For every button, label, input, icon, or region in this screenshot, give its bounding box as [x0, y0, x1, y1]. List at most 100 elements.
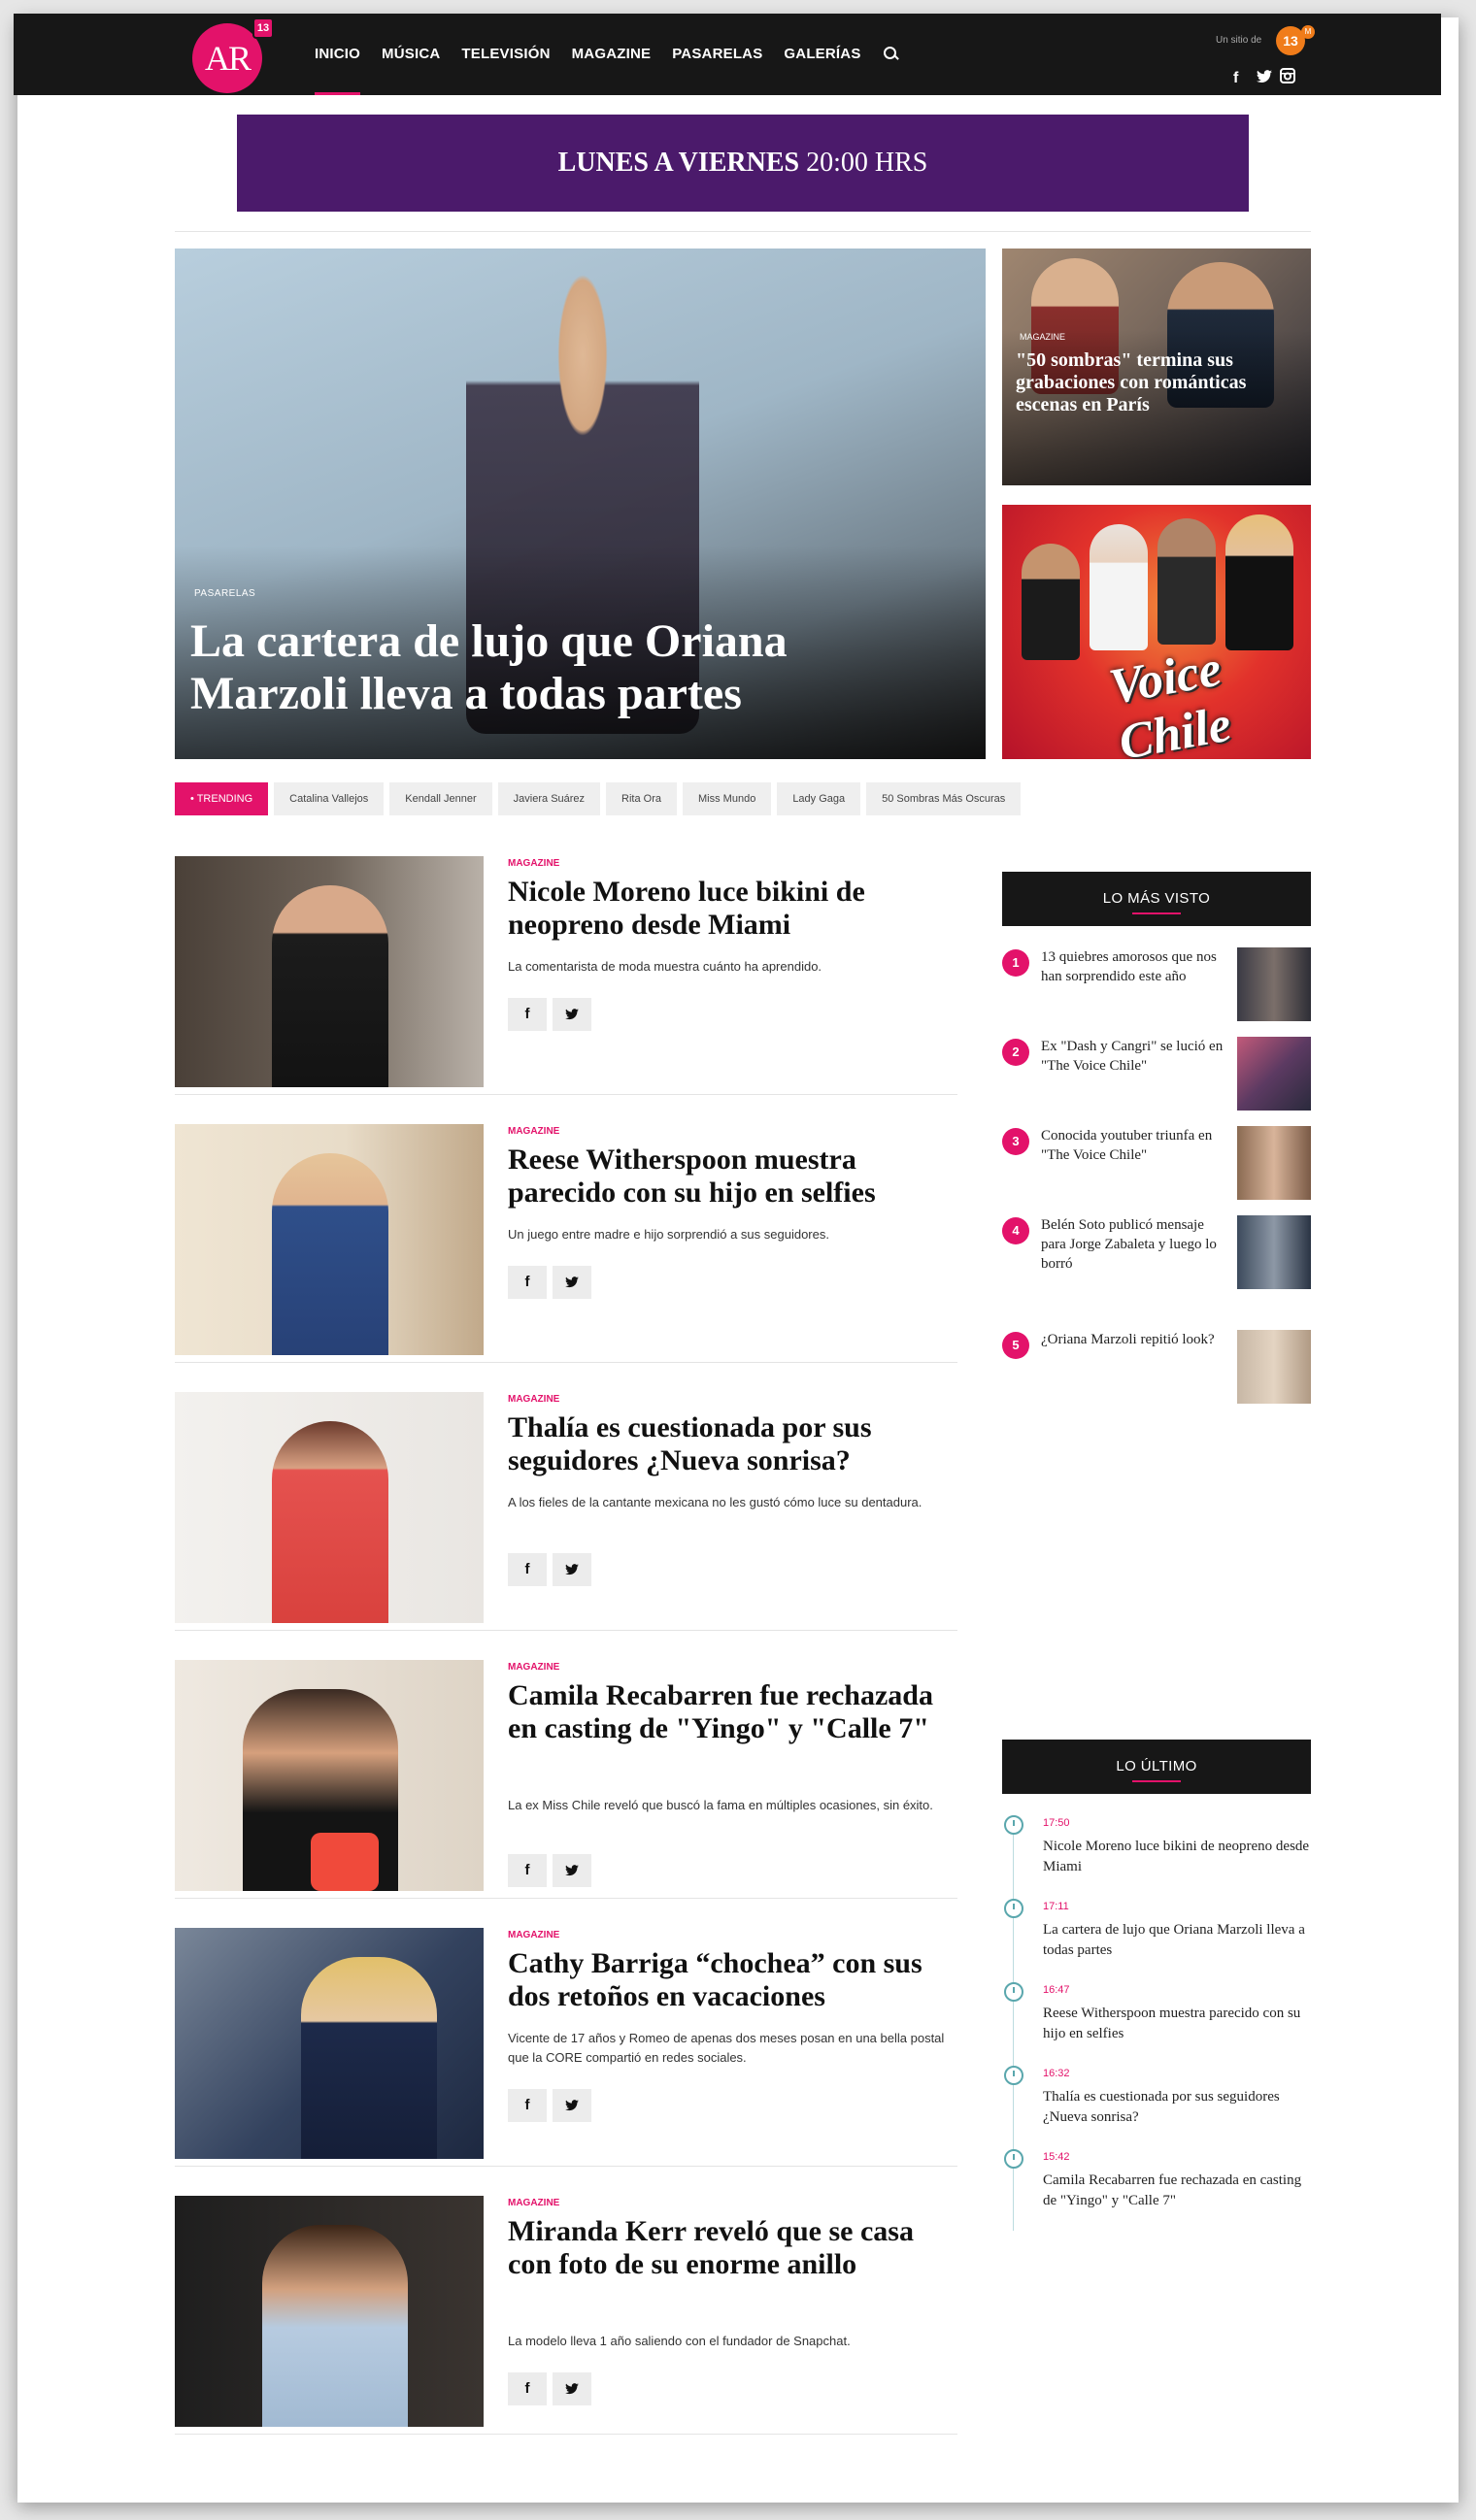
latest-heading: LO ÚLTIMO [1002, 1740, 1311, 1794]
hero-story[interactable]: PASARELAS La cartera de lujo que Oriana … [175, 249, 986, 759]
article-kicker[interactable]: MAGAZINE [508, 1930, 559, 1940]
article-photo-detail [311, 1833, 379, 1891]
share-twitter-button[interactable] [553, 2089, 591, 2122]
most-viewed-title[interactable]: Belén Soto publicó mensaje para Jorge Za… [1041, 1215, 1225, 1274]
rank-badge: 5 [1002, 1332, 1029, 1359]
article-thumbnail[interactable] [175, 1928, 484, 2159]
share-buttons: f [508, 1266, 597, 1299]
trend-tag[interactable]: Lady Gaga [777, 782, 861, 815]
article-title[interactable]: Camila Recabarren fue rechazada en casti… [508, 1679, 955, 1745]
most-viewed-thumbnail[interactable] [1237, 1037, 1311, 1111]
article-photo [272, 1153, 388, 1355]
trend-tag[interactable]: Javiera Suárez [497, 782, 601, 815]
article-card: MAGAZINE Camila Recabarren fue rechazada… [175, 1660, 957, 1899]
schedule-banner[interactable]: LUNES A VIERNES 20:00 HRS [237, 115, 1249, 212]
share-twitter-button[interactable] [553, 998, 591, 1031]
latest-time: 16:32 [1043, 2068, 1070, 2079]
the-voice-promo[interactable]: Voice Chile [1002, 505, 1311, 759]
clock-icon [1004, 1899, 1023, 1918]
nav-magazine[interactable]: MAGAZINE [572, 14, 652, 95]
share-twitter-button[interactable] [553, 1854, 591, 1887]
divider [175, 231, 1311, 232]
most-viewed-title[interactable]: Ex "Dash y Cangri" se lució en "The Voic… [1041, 1037, 1225, 1076]
side-story-title[interactable]: "50 sombras" termina sus grabaciones con… [1016, 349, 1297, 416]
most-viewed-thumbnail[interactable] [1237, 947, 1311, 1021]
trend-tag[interactable]: Rita Ora [606, 782, 678, 815]
article-thumbnail[interactable] [175, 1392, 484, 1623]
hero-title[interactable]: La cartera de lujo que Oriana Marzoli ll… [190, 615, 928, 720]
share-facebook-button[interactable]: f [508, 1553, 547, 1586]
most-viewed-title[interactable]: Conocida youtuber triunfa en "The Voice … [1041, 1126, 1225, 1165]
article-thumbnail[interactable] [175, 856, 484, 1087]
latest-title[interactable]: Reese Witherspoon muestra parecido con s… [1043, 2004, 1311, 2044]
trending-label: • TRENDING [175, 782, 269, 815]
clock-icon [1004, 1815, 1023, 1835]
most-viewed-title[interactable]: ¿Oriana Marzoli repitió look? [1041, 1330, 1225, 1349]
article-title[interactable]: Cathy Barriga “chochea” con sus dos reto… [508, 1947, 955, 2013]
latest-time: 17:11 [1043, 1901, 1069, 1912]
article-title[interactable]: Reese Witherspoon muestra parecido con s… [508, 1144, 955, 1210]
share-twitter-button[interactable] [553, 1266, 591, 1299]
latest-title[interactable]: La cartera de lujo que Oriana Marzoli ll… [1043, 1920, 1311, 1961]
share-facebook-button[interactable]: f [508, 1266, 547, 1299]
latest-title[interactable]: Thalía es cuestionada por sus seguidores… [1043, 2087, 1311, 2128]
nav-galerias[interactable]: GALERÍAS [784, 14, 860, 95]
rank-badge: 3 [1002, 1128, 1029, 1155]
side-story[interactable]: MAGAZINE "50 sombras" termina sus grabac… [1002, 249, 1311, 485]
trend-tag[interactable]: 50 Sombras Más Oscuras [866, 782, 1022, 815]
trending-bar: • TRENDING Catalina Vallejos Kendall Jen… [175, 782, 1026, 815]
article-kicker[interactable]: MAGAZINE [508, 1394, 559, 1405]
timeline-line [1013, 1825, 1014, 2231]
latest-title[interactable]: Nicole Moreno luce bikini de neopreno de… [1043, 1837, 1311, 1877]
logo-badge: 13 [252, 17, 274, 39]
most-viewed-thumbnail[interactable] [1237, 1215, 1311, 1289]
rank-badge: 4 [1002, 1217, 1029, 1244]
article-photo [272, 1421, 388, 1623]
article-kicker[interactable]: MAGAZINE [508, 2198, 559, 2208]
share-facebook-button[interactable]: f [508, 2372, 547, 2405]
most-viewed-title[interactable]: 13 quiebres amorosos que nos han sorpren… [1041, 947, 1225, 986]
nav-pasarelas[interactable]: PASARELAS [672, 14, 762, 95]
nav-television[interactable]: TELEVISIÓN [461, 14, 550, 95]
share-twitter-button[interactable] [553, 2372, 591, 2405]
article-title[interactable]: Thalía es cuestionada por sus seguidores… [508, 1411, 955, 1477]
nav-inicio[interactable]: INICIO [315, 14, 361, 95]
article-card: MAGAZINE Cathy Barriga “chochea” con sus… [175, 1928, 957, 2167]
coach-image-4 [1225, 514, 1293, 650]
article-summary: Un juego entre madre e hijo sorprendió a… [508, 1227, 829, 1242]
article-title[interactable]: Nicole Moreno luce bikini de neopreno de… [508, 876, 955, 942]
side-story-kicker[interactable]: MAGAZINE [1020, 332, 1065, 342]
article-kicker[interactable]: MAGAZINE [508, 1662, 559, 1673]
article-photo [262, 2225, 408, 2427]
hero-kicker[interactable]: PASARELAS [194, 588, 255, 599]
latest-title[interactable]: Camila Recabarren fue rechazada en casti… [1043, 2171, 1311, 2211]
twitter-icon[interactable] [1257, 70, 1272, 88]
share-facebook-button[interactable]: f [508, 1854, 547, 1887]
instagram-icon[interactable] [1280, 68, 1295, 88]
most-viewed-thumbnail[interactable] [1237, 1126, 1311, 1200]
facebook-icon[interactable]: f [1233, 70, 1238, 87]
share-twitter-button[interactable] [553, 1553, 591, 1586]
article-summary: La modelo lleva 1 año saliendo con el fu… [508, 2334, 851, 2348]
share-facebook-button[interactable]: f [508, 2089, 547, 2122]
article-kicker[interactable]: MAGAZINE [508, 858, 559, 869]
share-facebook-button[interactable]: f [508, 998, 547, 1031]
article-kicker[interactable]: MAGAZINE [508, 1126, 559, 1137]
article-title[interactable]: Miranda Kerr reveló que se casa con foto… [508, 2215, 955, 2281]
trend-tag[interactable]: Catalina Vallejos [274, 782, 385, 815]
share-buttons: f [508, 998, 597, 1031]
most-viewed-thumbnail[interactable] [1237, 1330, 1311, 1404]
article-summary: La ex Miss Chile reveló que buscó la fam… [508, 1798, 933, 1812]
main-nav: INICIO MÚSICA TELEVISIÓN MAGAZINE PASARE… [315, 14, 900, 95]
article-thumbnail[interactable] [175, 1660, 484, 1891]
nav-musica[interactable]: MÚSICA [382, 14, 440, 95]
article-card: MAGAZINE Miranda Kerr reveló que se casa… [175, 2196, 957, 2435]
trend-tag[interactable]: Miss Mundo [683, 782, 772, 815]
share-buttons: f [508, 2089, 597, 2122]
trend-tag[interactable]: Kendall Jenner [389, 782, 492, 815]
search-icon[interactable] [883, 46, 900, 63]
article-thumbnail[interactable] [175, 2196, 484, 2427]
coach-image-2 [1090, 524, 1148, 650]
share-buttons: f [508, 2372, 597, 2405]
article-thumbnail[interactable] [175, 1124, 484, 1355]
